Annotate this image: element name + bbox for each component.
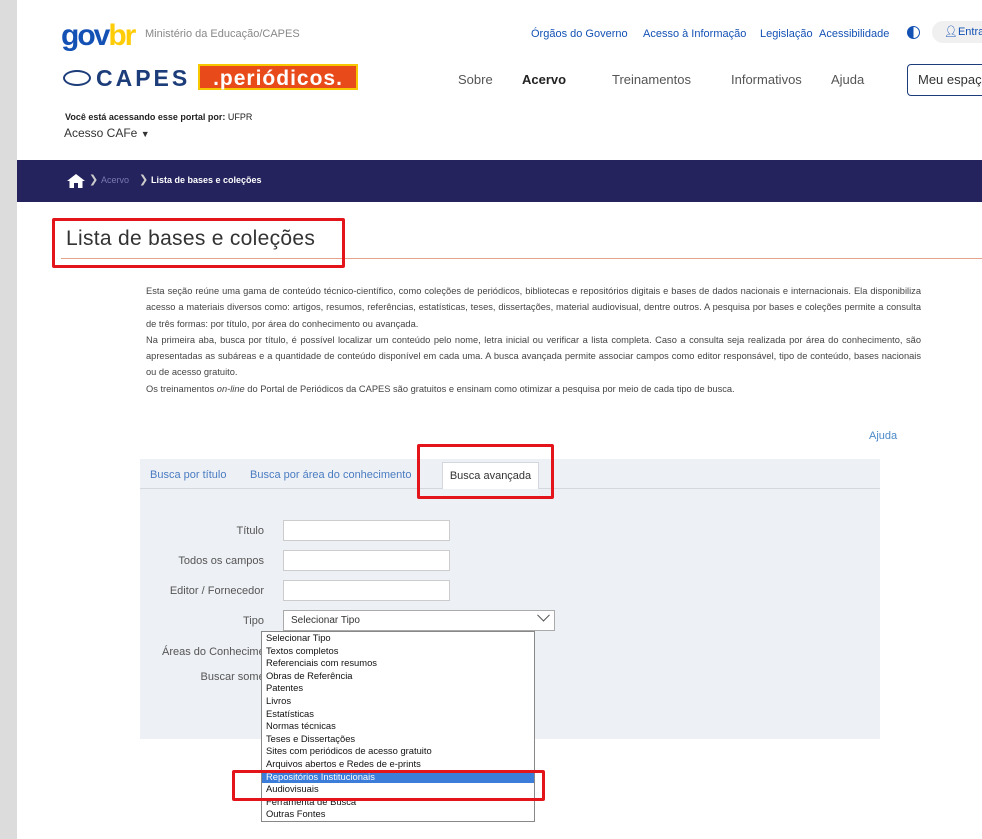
user-icon: 👤︎ bbox=[944, 26, 958, 38]
help-link[interactable]: Ajuda bbox=[869, 430, 897, 442]
tipo-option[interactable]: Teses e Dissertações bbox=[262, 733, 534, 746]
highlight-box-repositorios bbox=[232, 770, 545, 801]
tipo-option[interactable]: Arquivos abertos e Redes de e-prints bbox=[262, 758, 534, 771]
login-button[interactable]: 👤︎Entrar bbox=[932, 21, 982, 43]
tipo-selected-value: Selecionar Tipo bbox=[291, 615, 360, 626]
titulo-label: Título bbox=[236, 525, 264, 537]
capes-logo[interactable]: CAPES bbox=[63, 66, 190, 90]
tipo-option[interactable]: Livros bbox=[262, 695, 534, 708]
titulo-input[interactable] bbox=[283, 520, 450, 541]
todos-campos-label: Todos os campos bbox=[178, 555, 264, 567]
tab-busca-area[interactable]: Busca por área do conhecimento bbox=[250, 469, 411, 481]
capes-eye-icon bbox=[63, 69, 91, 86]
tipo-option[interactable]: Referenciais com resumos bbox=[262, 657, 534, 670]
periodicos-logo[interactable]: .periódicos. bbox=[198, 64, 358, 90]
description-paragraph: Na primeira aba, busca por título, é pos… bbox=[146, 334, 921, 378]
govbr-logo-br: br bbox=[108, 19, 136, 52]
breadcrumb-acervo[interactable]: Acervo bbox=[101, 175, 129, 185]
login-label: Entrar bbox=[957, 26, 982, 38]
tipo-option[interactable]: Selecionar Tipo bbox=[262, 632, 534, 645]
access-prefix: Você está acessando esse portal por: bbox=[65, 112, 226, 122]
acesso-cafe-dropdown[interactable]: Acesso CAFe ▼ bbox=[64, 126, 150, 140]
description-paragraph: Esta seção reúne uma gama de conteúdo té… bbox=[146, 286, 921, 329]
home-icon[interactable] bbox=[67, 174, 85, 188]
training-text: Os treinamentos bbox=[146, 383, 217, 394]
capes-logo-text: CAPES bbox=[96, 65, 191, 91]
tipo-option[interactable]: Sites com periódicos de acesso gratuito bbox=[262, 745, 534, 758]
breadcrumb: ❯ Acervo ❯ Lista de bases e coleções bbox=[17, 160, 982, 202]
link-acesso-informacao[interactable]: Acesso à Informação bbox=[643, 28, 746, 40]
access-institution: UFPR bbox=[227, 112, 253, 122]
tipo-option[interactable]: Outras Fontes bbox=[262, 808, 534, 821]
tipo-option[interactable]: Normas técnicas bbox=[262, 720, 534, 733]
tab-busca-titulo[interactable]: Busca por título bbox=[150, 469, 226, 481]
todos-campos-input[interactable] bbox=[283, 550, 450, 571]
nav-treinamentos[interactable]: Treinamentos bbox=[612, 72, 691, 87]
link-legislacao[interactable]: Legislação bbox=[760, 28, 813, 40]
tipo-option[interactable]: Estatísticas bbox=[262, 708, 534, 721]
highlight-box-title bbox=[52, 218, 345, 268]
ministry-label: Ministério da Educação/CAPES bbox=[145, 28, 300, 40]
nav-informativos[interactable]: Informativos bbox=[731, 72, 802, 87]
tipo-option[interactable]: Textos completos bbox=[262, 645, 534, 658]
govbr-logo[interactable]: govbr bbox=[61, 19, 136, 52]
nav-ajuda[interactable]: Ajuda bbox=[831, 72, 864, 87]
portal-page: govbr Ministério da Educação/CAPES Órgão… bbox=[17, 0, 982, 839]
access-info: Você está acessando esse portal por: UFP… bbox=[65, 112, 252, 122]
editor-label: Editor / Fornecedor bbox=[169, 585, 264, 597]
training-online: on-line bbox=[216, 383, 245, 394]
highlight-box-tab bbox=[417, 444, 554, 499]
breadcrumb-current: Lista de bases e coleções bbox=[151, 175, 262, 185]
caret-down-icon: ▼ bbox=[140, 129, 150, 139]
link-orgaos-governo[interactable]: Órgãos do Governo bbox=[531, 28, 628, 40]
tipo-option[interactable]: Obras de Referência bbox=[262, 670, 534, 683]
nav-sobre[interactable]: Sobre bbox=[458, 72, 493, 87]
contrast-icon[interactable] bbox=[907, 26, 920, 39]
link-acessibilidade[interactable]: Acessibilidade bbox=[819, 28, 889, 40]
chevron-down-icon bbox=[537, 608, 550, 622]
training-text: do Portal de Periódicos da CAPES são gra… bbox=[244, 383, 735, 394]
breadcrumb-separator-icon: ❯ bbox=[139, 174, 149, 186]
nav-acervo[interactable]: Acervo bbox=[522, 72, 566, 87]
tipo-option[interactable]: Patentes bbox=[262, 682, 534, 695]
meu-espaco-button[interactable]: Meu espaço bbox=[907, 64, 982, 96]
tipo-label: Tipo bbox=[243, 615, 264, 627]
govbr-logo-gov: gov bbox=[61, 19, 110, 52]
editor-input[interactable] bbox=[283, 580, 450, 601]
breadcrumb-separator-icon: ❯ bbox=[89, 174, 99, 186]
acesso-cafe-label: Acesso CAFe bbox=[64, 126, 138, 140]
training-paragraph: Os treinamentos on-line do Portal de Per… bbox=[146, 381, 921, 397]
tipo-select[interactable]: Selecionar Tipo bbox=[283, 608, 555, 631]
description: Esta seção reúne uma gama de conteúdo té… bbox=[146, 283, 921, 397]
